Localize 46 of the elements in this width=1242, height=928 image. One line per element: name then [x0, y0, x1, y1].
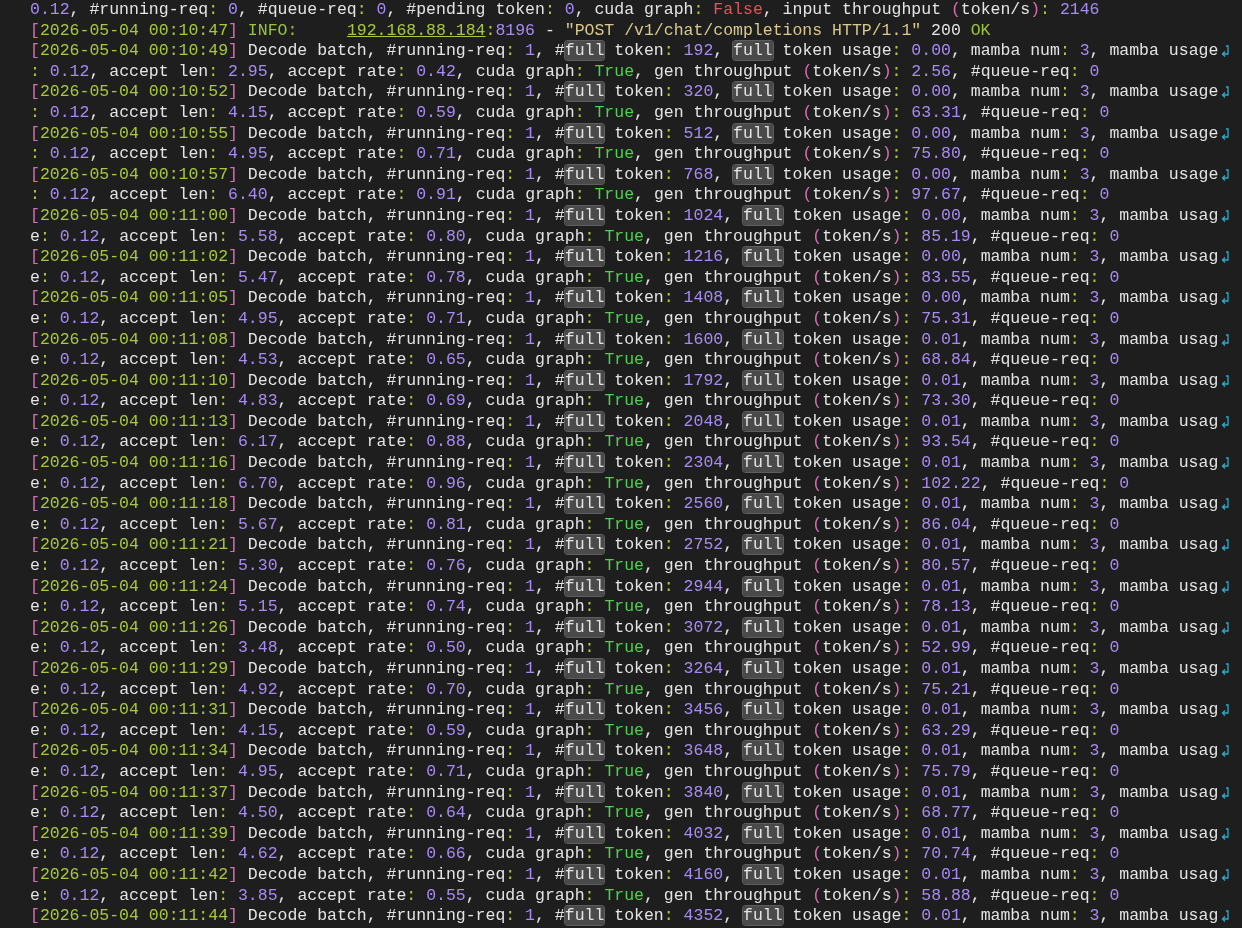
line-wrap-icon	[1221, 910, 1231, 924]
line-wrap-icon	[1221, 580, 1231, 594]
log-line: 0.12, #running-req: 0, #queue-req: 0, #pending token: 0, cuda graph: False, input throughput (token/s): 2146	[30, 0, 1101, 21]
log-line: [2026-05-04 00:11:26] Decode batch, #running-req: 1, #full token: 3072, full token usage: 0.01, mamba num: 3, mamba usage: 0.12, accept len: 3.48, accept rate: 0.50, cuda graph: True, gen throughput (token/s): 52.99, #queue-req: 0	[30, 617, 1220, 659]
line-wrap-icon	[1221, 663, 1231, 676]
log-line: [2026-05-04 00:11:05] Decode batch, #running-req: 1, #full token: 1408, full token usage: 0.00, mamba num: 3, mamba usage: 0.12, accept len: 4.95, accept rate: 0.71, cuda graph: True, gen throughput (token/s): 75.31, #queue-req: 0	[30, 288, 1220, 330]
log-line: [2026-05-04 00:11:08] Decode batch, #running-req: 1, #full token: 1600, full token usage: 0.01, mamba num: 3, mamba usage: 0.12, accept len: 4.53, accept rate: 0.65, cuda graph: True, gen throughput (token/s): 68.84, #queue-req: 0	[30, 329, 1220, 371]
line-wrap-icon	[1221, 786, 1231, 800]
log-line: [2026-05-04 00:10:47] INFO: 192.168.88.184:8196 - "POST /v1/chat/completions HTTP/1.1" 200 OK	[30, 20, 992, 42]
line-wrap-icon	[1221, 333, 1231, 347]
log-line: [2026-05-04 00:11:31] Decode batch, #running-req: 1, #full token: 3456, full token usage: 0.01, mamba num: 3, mamba usage: 0.12, accept len: 4.15, accept rate: 0.59, cuda graph: True, gen throughput (token/s): 63.29, #queue-req: 0	[30, 700, 1220, 742]
line-wrap-icon	[1221, 209, 1231, 223]
line-wrap-icon	[1221, 745, 1231, 759]
log-line: [2026-05-04 00:11:39] Decode batch, #running-req: 1, #full token: 4032, full token usage: 0.01, mamba num: 3, mamba usage: 0.12, accept len: 4.62, accept rate: 0.66, cuda graph: True, gen throughput (token/s): 70.74, #queue-req: 0	[30, 823, 1220, 865]
line-wrap-icon	[1221, 86, 1231, 100]
line-wrap-icon	[1221, 868, 1231, 882]
line-wrap-icon	[1221, 45, 1231, 59]
log-line: [2026-05-04 00:11:42] Decode batch, #running-req: 1, #full token: 4160, full token usage: 0.01, mamba num: 3, mamba usage: 0.12, accept len: 3.85, accept rate: 0.55, cuda graph: True, gen throughput (token/s): 58.88, #queue-req: 0	[30, 864, 1220, 907]
log-line: [2026-05-04 00:11:37] Decode batch, #running-req: 1, #full token: 3840, full token usage: 0.01, mamba num: 3, mamba usage: 0.12, accept len: 4.50, accept rate: 0.64, cuda graph: True, gen throughput (token/s): 68.77, #queue-req: 0	[30, 782, 1220, 824]
log-line: [2026-05-04 00:11:13] Decode batch, #running-req: 1, #full token: 2048, full token usage: 0.01, mamba num: 3, mamba usage: 0.12, accept len: 6.17, accept rate: 0.88, cuda graph: True, gen throughput (token/s): 93.54, #queue-req: 0	[30, 411, 1220, 454]
log-line: [2026-05-04 00:11:18] Decode batch, #running-req: 1, #full token: 2560, full token usage: 0.01, mamba num: 3, mamba usage: 0.12, accept len: 5.67, accept rate: 0.81, cuda graph: True, gen throughput (token/s): 86.04, #queue-req: 0	[30, 494, 1220, 536]
line-wrap-icon	[1221, 374, 1231, 388]
log-line: [2026-05-04 00:11:21] Decode batch, #running-req: 1, #full token: 2752, full token usage: 0.01, mamba num: 3, mamba usage: 0.12, accept len: 5.30, accept rate: 0.76, cuda graph: True, gen throughput (token/s): 80.57, #queue-req: 0	[30, 535, 1220, 577]
log-line: [2026-05-04 00:11:34] Decode batch, #running-req: 1, #full token: 3648, full token usage: 0.01, mamba num: 3, mamba usage: 0.12, accept len: 4.95, accept rate: 0.71, cuda graph: True, gen throughput (token/s): 75.79, #queue-req: 0	[30, 741, 1220, 783]
log-line: [2026-05-04 00:10:52] Decode batch, #running-req: 1, #full token: 320, full token usage: 0.00, mamba num: 3, mamba usage: 0.12, accept len: 4.15, accept rate: 0.59, cuda graph: True, gen throughput (token/s): 63.31, #queue-req: 0	[30, 82, 1220, 124]
log-line: [2026-05-04 00:10:57] Decode batch, #running-req: 1, #full token: 768, full token usage: 0.00, mamba num: 3, mamba usage: 0.12, accept len: 6.40, accept rate: 0.91, cuda graph: True, gen throughput (token/s): 97.67, #queue-req: 0	[30, 164, 1220, 206]
line-wrap-icon	[1221, 251, 1231, 265]
line-wrap-icon	[1221, 292, 1231, 306]
line-wrap-icon	[1221, 415, 1231, 429]
line-wrap-icon	[1221, 704, 1231, 718]
log-line: [2026-05-04 00:11:44] Decode batch, #running-req: 1, #full token: 4352, full token usage: 0.01, mamba num: 3, mamba usag	[30, 906, 1220, 927]
log-line: [2026-05-04 00:11:02] Decode batch, #running-req: 1, #full token: 1216, full token usage: 0.00, mamba num: 3, mamba usage: 0.12, accept len: 5.47, accept rate: 0.78, cuda graph: True, gen throughput (token/s): 83.55, #queue-req: 0	[30, 247, 1220, 289]
log-line: [2026-05-04 00:11:16] Decode batch, #running-req: 1, #full token: 2304, full token usage: 0.01, mamba num: 3, mamba usage: 0.12, accept len: 6.70, accept rate: 0.96, cuda graph: True, gen throughput (token/s): 102.22, #queue-req: 0	[30, 453, 1220, 495]
line-wrap-icon	[1221, 539, 1231, 553]
line-wrap-icon	[1221, 168, 1231, 182]
line-wrap-icon	[1221, 621, 1231, 635]
line-wrap-icon	[1221, 498, 1231, 512]
line-wrap-icon	[1221, 127, 1231, 141]
log-line: [2026-05-04 00:10:55] Decode batch, #running-req: 1, #full token: 512, full token usage: 0.00, mamba num: 3, mamba usage: 0.12, accept len: 4.95, accept rate: 0.71, cuda graph: True, gen throughput (token/s): 75.80, #queue-req: 0	[30, 123, 1220, 165]
line-wrap-icon	[1221, 457, 1231, 471]
log-line: [2026-05-04 00:11:00] Decode batch, #running-req: 1, #full token: 1024, full token usage: 0.00, mamba num: 3, mamba usage: 0.12, accept len: 5.58, accept rate: 0.80, cuda graph: True, gen throughput (token/s): 85.19, #queue-req: 0	[30, 205, 1220, 248]
log-line: [2026-05-04 00:11:29] Decode batch, #running-req: 1, #full token: 3264, full token usage: 0.01, mamba num: 3, mamba usage: 0.12, accept len: 4.92, accept rate: 0.70, cuda graph: True, gen throughput (token/s): 75.21, #queue-req: 0	[30, 659, 1220, 701]
line-wrap-icon	[1221, 827, 1231, 841]
log-line: [2026-05-04 00:10:49] Decode batch, #running-req: 1, #full token: 192, full token usage: 0.00, mamba num: 3, mamba usage: 0.12, accept len: 2.95, accept rate: 0.42, cuda graph: True, gen throughput (token/s): 2.56, #queue-req: 0	[30, 41, 1220, 83]
log-line: [2026-05-04 00:11:24] Decode batch, #running-req: 1, #full token: 2944, full token usage: 0.01, mamba num: 3, mamba usage: 0.12, accept len: 5.15, accept rate: 0.74, cuda graph: True, gen throughput (token/s): 78.13, #queue-req: 0	[30, 576, 1220, 618]
log-line: [2026-05-04 00:11:10] Decode batch, #running-req: 1, #full token: 1792, full token usage: 0.01, mamba num: 3, mamba usage: 0.12, accept len: 4.83, accept rate: 0.69, cuda graph: True, gen throughput (token/s): 73.30, #queue-req: 0	[30, 370, 1220, 412]
